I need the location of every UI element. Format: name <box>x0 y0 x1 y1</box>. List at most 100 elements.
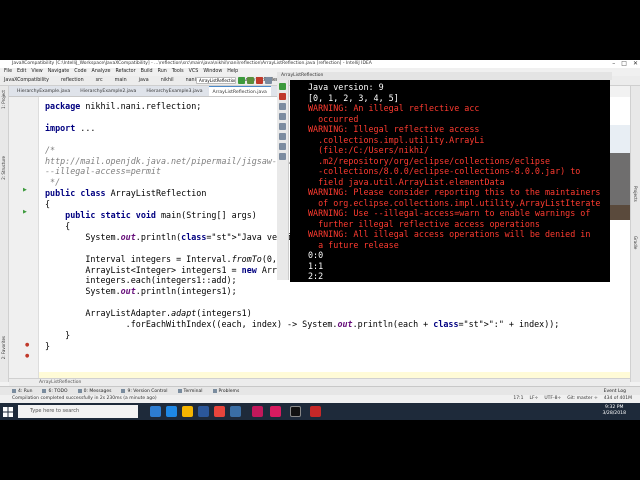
project-tool-tab[interactable]: 1: Project <box>1 90 6 109</box>
restore-layout-icon[interactable] <box>279 103 286 110</box>
code-line: public static void main(String[] args) <box>65 210 257 220</box>
close-icon[interactable]: ✕ <box>633 60 638 68</box>
menu-view[interactable]: View <box>31 68 42 76</box>
run-icon[interactable] <box>238 77 245 84</box>
store-icon[interactable] <box>198 406 209 417</box>
code-line: integers.each(integers1::add); <box>45 275 237 286</box>
app-icon[interactable] <box>252 406 263 417</box>
clock-date: 3/28/2018 <box>602 411 626 416</box>
app-icon[interactable] <box>230 406 241 417</box>
console-warning-line: -collections/8.0.0/eclipse-collections-8… <box>308 166 581 176</box>
file-encoding[interactable]: UTF-8÷ <box>544 395 561 403</box>
breadcrumb-item[interactable]: reflection <box>61 76 84 85</box>
tool-window-button[interactable]: 6: TODO <box>42 387 68 395</box>
menu-window[interactable]: Window <box>203 68 222 76</box>
menu-run[interactable]: Run <box>158 68 167 76</box>
code-line: package nikhil.nani.reflection; <box>45 101 202 111</box>
terminal-icon[interactable] <box>290 406 301 417</box>
run-main-icon[interactable]: ▶ <box>23 210 28 215</box>
status-message: Compilation completed successfully in 2s… <box>12 396 157 401</box>
tool-window-icon <box>212 389 217 393</box>
run-console-title: ArrayListReflection <box>277 72 612 80</box>
menu-navigate[interactable]: Navigate <box>48 68 70 76</box>
editor-tabs: HierarchyExample.java HierarchyExample2.j… <box>9 86 280 97</box>
windows-taskbar: Type here to search 9:32 PM 3/28/2018 <box>0 403 640 420</box>
menu-code[interactable]: Code <box>74 68 86 76</box>
editor-tab[interactable]: HierarchyExample.java <box>13 86 74 96</box>
gradle-tool-tab[interactable]: Gradle <box>633 236 638 249</box>
build-icon[interactable] <box>265 77 272 84</box>
scroll-to-end-icon[interactable] <box>279 133 286 140</box>
menu-build[interactable]: Build <box>141 68 153 76</box>
menu-edit[interactable]: Edit <box>17 68 26 76</box>
breakpoint-icon[interactable]: ● <box>25 343 30 348</box>
console-warning-line: WARNING: Please consider reporting this … <box>308 187 601 197</box>
menu-help[interactable]: Help <box>227 68 238 76</box>
console-warning-line: a future release <box>308 239 399 250</box>
breadcrumb-item[interactable]: nikhil <box>161 76 174 85</box>
console-warning-line: (file:/C:/Users/nikhi/ <box>308 145 430 155</box>
minimize-icon[interactable]: – <box>612 60 615 68</box>
run-class-icon[interactable]: ▶ <box>23 188 28 193</box>
maximize-icon[interactable]: □ <box>621 60 627 68</box>
breadcrumb-item[interactable]: src <box>96 76 103 85</box>
chrome-icon[interactable] <box>214 406 225 417</box>
stop-icon[interactable] <box>279 93 286 100</box>
windows-start-icon[interactable] <box>3 407 13 417</box>
tool-window-button[interactable]: Terminal <box>177 387 203 395</box>
breadcrumb-item[interactable]: java <box>139 76 149 85</box>
tool-window-icon <box>177 389 182 393</box>
line-separator[interactable]: LF÷ <box>529 395 538 403</box>
debug-icon[interactable] <box>247 77 254 84</box>
stop-icon[interactable] <box>256 77 263 84</box>
tool-window-button[interactable]: 9: Version Control <box>121 387 168 395</box>
console-output-line: Java version: 9 <box>308 82 384 92</box>
taskbar-clock[interactable]: 9:32 PM 3/28/2018 <box>602 405 626 417</box>
file-explorer-icon[interactable] <box>182 406 193 417</box>
clear-all-icon[interactable] <box>279 153 286 160</box>
breakpoint-icon[interactable]: ● <box>25 354 30 359</box>
screen-recording: JavaXCompatibility [C:\IntelliJ_Workspac… <box>0 60 640 420</box>
app-icon[interactable] <box>310 406 321 417</box>
taskbar-search-box[interactable]: Type here to search <box>18 405 138 418</box>
task-view-icon[interactable] <box>150 406 161 417</box>
editor-tab[interactable]: HierarchyExample2.java <box>76 86 140 96</box>
editor-tab[interactable]: HierarchyExample3.java <box>142 86 206 96</box>
breadcrumb-item[interactable]: JavaXCompatibility <box>4 76 49 85</box>
edge-icon[interactable] <box>166 406 177 417</box>
code-line: import ... <box>45 122 96 133</box>
breadcrumb-item[interactable]: nani <box>186 76 196 85</box>
console-warning-line: of org.eclipse.collections.impl.utility.… <box>308 197 601 208</box>
tool-window-button[interactable]: Problems <box>212 387 239 395</box>
menu-analyze[interactable]: Analyze <box>92 68 111 76</box>
menu-file[interactable]: File <box>4 68 12 76</box>
console-output-line: 0:0 <box>308 250 324 260</box>
tool-window-button[interactable]: 4: Run <box>12 387 32 395</box>
status-bar: Compilation completed successfully in 2s… <box>0 395 640 403</box>
caret-position[interactable]: 17:1 <box>513 395 523 403</box>
code-line: } <box>45 340 51 351</box>
run-console-output[interactable]: Java version: 9 [0, 1, 2, 3, 4, 5] WARNING… <box>290 80 610 282</box>
favorites-tool-tab[interactable]: 2: Favorites <box>1 336 6 359</box>
menu-refactor[interactable]: Refactor <box>115 68 135 76</box>
print-icon[interactable] <box>279 143 286 150</box>
structure-tool-tab[interactable]: 2: Structure <box>1 156 6 180</box>
console-warning-line: .m2/repository/org/eclipse/collections/e… <box>308 155 551 166</box>
projects-tool-tab[interactable]: Projects <box>633 186 638 202</box>
intellij-icon[interactable] <box>270 406 281 417</box>
breadcrumb-item[interactable]: main <box>115 76 127 85</box>
editor-tab[interactable]: ArrayListReflection.java <box>208 86 271 96</box>
tool-window-button[interactable]: 0: Messages <box>77 387 111 395</box>
pin-icon[interactable] <box>279 113 286 120</box>
memory-indicator[interactable]: 434 of 401M <box>604 395 632 403</box>
vcs-branch[interactable]: Git: master ÷ <box>567 395 598 403</box>
event-log-button[interactable]: Event Log <box>604 387 626 395</box>
menu-vcs[interactable]: VCS <box>189 68 199 76</box>
rerun-icon[interactable] <box>279 83 286 90</box>
soft-wrap-icon[interactable] <box>279 123 286 130</box>
editor-gutter: ▶ ▶ ● ● ● <box>9 97 39 392</box>
code-line: --illegal-access=permit <box>45 166 161 177</box>
run-config-select[interactable]: ArrayListReflection <box>196 77 236 84</box>
menu-tools[interactable]: Tools <box>172 68 184 76</box>
tool-window-icon <box>77 389 82 393</box>
